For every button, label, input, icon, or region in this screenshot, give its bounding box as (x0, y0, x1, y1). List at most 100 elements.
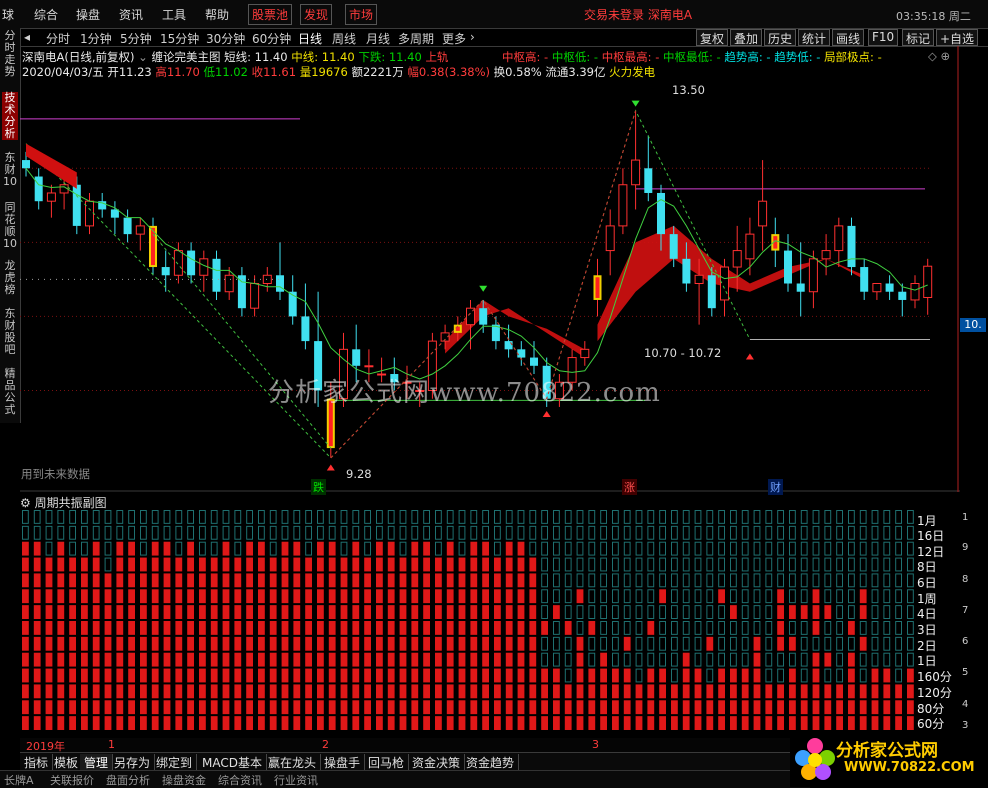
tab-indicator[interactable]: 指标 (20, 754, 54, 771)
menu-item-trade[interactable]: 操盘 (76, 6, 100, 23)
menu-item-help[interactable]: 帮助 (205, 6, 229, 23)
button-mark[interactable]: 标记 (902, 29, 935, 46)
resonance-cell (399, 716, 407, 730)
resonance-cell (364, 700, 371, 715)
tab2-item[interactable]: 盘面分析 (106, 772, 150, 788)
resonance-cell-empty (446, 510, 454, 524)
button-draw[interactable]: 画线 (832, 29, 865, 46)
period-multi[interactable]: 多周期 (398, 30, 434, 47)
resonance-cell-empty (671, 621, 678, 635)
resonance-cell (446, 557, 454, 572)
watermark-text: 分析家公式网www.70822.com (268, 378, 661, 408)
resonance-cell-empty (399, 510, 407, 524)
resonance-cell (458, 589, 466, 604)
resonance-cell (352, 573, 360, 588)
period-more[interactable]: 更多 (442, 30, 466, 47)
resonance-cell (812, 605, 820, 619)
tab-trader[interactable]: 操盘手 (320, 754, 366, 771)
resonance-cell (541, 668, 548, 683)
resonance-cell-empty (340, 510, 348, 524)
tab2-item[interactable]: 综合资讯 (218, 772, 262, 788)
menu-bar: 球 综合 操盘 资讯 工具 帮助 股票池 发现 市场 交易未登录 深南电A 03… (0, 0, 988, 29)
resonance-cell (187, 684, 194, 699)
resonance-cell (387, 573, 395, 588)
candle-body (72, 184, 81, 226)
period-1min[interactable]: 1分钟 (80, 30, 112, 47)
resonance-cell (258, 541, 265, 556)
menu-item-news[interactable]: 资讯 (119, 6, 143, 23)
resonance-cell (140, 668, 147, 683)
tab2-item[interactable]: 行业资讯 (274, 772, 318, 788)
button-adjust[interactable]: 复权 (696, 29, 729, 46)
gear-icon[interactable]: ⚙ (20, 496, 31, 510)
menu-item-discover[interactable]: 发现 (300, 4, 333, 25)
period-15min[interactable]: 15分钟 (160, 30, 199, 47)
resonance-cell (57, 684, 65, 699)
sub-panel-title[interactable]: 周期共振副图 (35, 496, 107, 510)
tab-dragon-head[interactable]: 赢在龙头 (264, 754, 322, 771)
tab-fund-trend[interactable]: 资金趋势 (462, 754, 520, 771)
info-tabs: 长牌A 关联报价 盘面分析 操盘资金 综合资讯 行业资讯 (0, 770, 810, 788)
sidebar-item-eastmoney[interactable]: 东财10 (2, 152, 18, 188)
resonance-cell-empty (364, 510, 372, 524)
tab2-item[interactable]: 长牌A (4, 772, 34, 788)
button-history[interactable]: 历史 (764, 29, 797, 46)
chevron-left-icon[interactable]: ◂ (24, 30, 30, 44)
signal-finance-badge: 财 (768, 479, 783, 495)
resonance-cell-empty (871, 557, 879, 572)
candle-body (22, 160, 30, 169)
resonance-cell (541, 716, 548, 730)
resonance-cell-empty (765, 525, 773, 540)
tab-save-as[interactable]: 另存为 (110, 754, 156, 771)
resonance-cell (151, 636, 159, 651)
button-stats[interactable]: 统计 (798, 29, 831, 46)
resonance-cell (210, 589, 218, 604)
sidebar-item-formulas[interactable]: 精品公式 (2, 368, 18, 416)
sidebar-item-intraday[interactable]: 分时走势 (2, 30, 18, 78)
tab-fund-decision[interactable]: 资金决策 (408, 754, 466, 771)
resonance-cell-empty (907, 621, 914, 635)
period-5min[interactable]: 5分钟 (120, 30, 152, 47)
resonance-cell (175, 621, 183, 635)
period-monthly[interactable]: 月线 (366, 30, 390, 47)
chevron-right-icon[interactable]: › (470, 30, 475, 44)
resonance-cell-empty (588, 652, 596, 667)
resonance-cell (234, 652, 242, 667)
resonance-cell (128, 589, 135, 604)
tab-template[interactable]: 模板 (50, 754, 84, 771)
tab-bind-to[interactable]: 绑定到 (152, 754, 198, 771)
menu-item-global[interactable]: 球 (2, 6, 14, 23)
sidebar-item-ths[interactable]: 同花顺10 (2, 202, 18, 250)
resonance-cell (317, 636, 324, 651)
menu-item-market[interactable]: 市场 (345, 4, 378, 25)
period-weekly[interactable]: 周线 (332, 30, 356, 47)
tab2-item[interactable]: 操盘资金 (162, 772, 206, 788)
sidebar-item-forum[interactable]: 东财股吧 (2, 308, 18, 356)
button-overlay[interactable]: 叠加 (730, 29, 763, 46)
resonance-cell (258, 668, 265, 683)
button-add-watchlist[interactable]: +自选 (936, 29, 979, 46)
resonance-cell (163, 573, 171, 588)
trend-ribbon (26, 143, 77, 189)
tab-macd[interactable]: MACD基本 (198, 754, 267, 771)
tab2-item[interactable]: 关联报价 (50, 772, 94, 788)
resonance-cell (222, 684, 230, 699)
resonance-cell-empty (33, 510, 41, 524)
resonance-cell (269, 700, 277, 715)
menu-item-stock-pool[interactable]: 股票池 (248, 4, 293, 25)
sidebar-item-dragon-tiger[interactable]: 龙虎榜 (2, 260, 18, 296)
button-f10[interactable]: F10 (868, 29, 899, 46)
period-60min[interactable]: 60分钟 (252, 30, 291, 47)
period-30min[interactable]: 30分钟 (206, 30, 245, 47)
candlestick-chart[interactable] (20, 46, 960, 492)
period-intraday[interactable]: 分时 (46, 30, 70, 47)
menu-item-tools[interactable]: 工具 (162, 6, 186, 23)
resonance-cell (824, 716, 832, 730)
sidebar-item-technical[interactable]: 技术分析 (2, 92, 18, 140)
candle-body (352, 349, 361, 366)
resonance-cell-empty (789, 541, 796, 556)
tab-horse-back[interactable]: 回马枪 (364, 754, 410, 771)
menu-item-overview[interactable]: 综合 (34, 6, 58, 23)
period-daily[interactable]: 日线 (298, 30, 322, 47)
tab-manage[interactable]: 管理 (80, 754, 114, 771)
